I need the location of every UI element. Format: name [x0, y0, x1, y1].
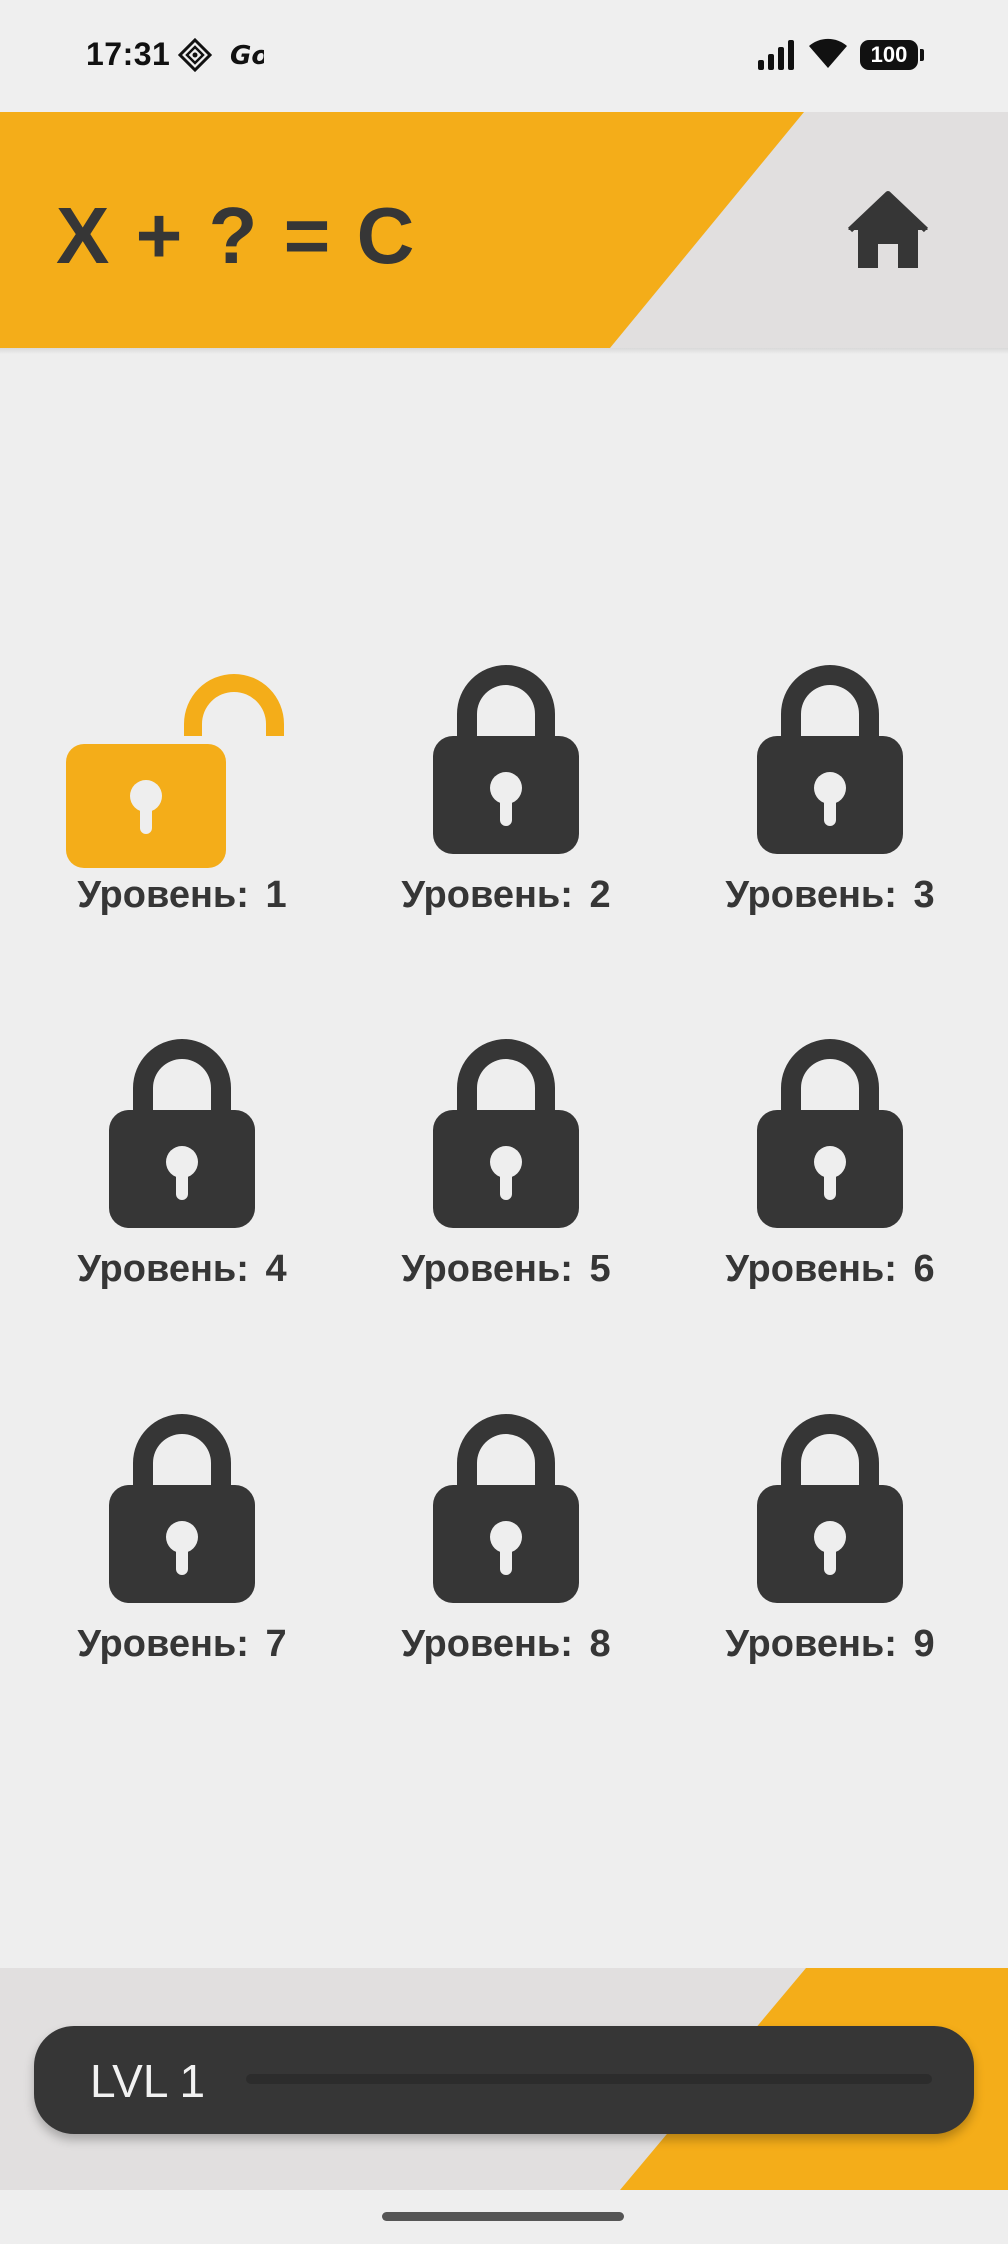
level-7-button[interactable]: Уровень: 7 [52, 1409, 312, 1709]
unlocked-padlock-icon [66, 674, 284, 868]
level-9-button[interactable]: Уровень: 9 [700, 1409, 960, 1709]
progress-track [246, 2074, 932, 2084]
current-level-label: LVL 1 [90, 2055, 206, 2107]
padlock-icon [757, 665, 903, 854]
padlock-icon [757, 1039, 903, 1228]
diamond-app-icon [178, 38, 212, 72]
signal-icon [758, 40, 794, 70]
level-7-label: Уровень: 7 [77, 1623, 287, 1665]
level-9-label: Уровень: 9 [725, 1623, 935, 1665]
padlock-icon [433, 1039, 579, 1228]
level-2-button[interactable]: Уровень: 2 [376, 660, 636, 960]
app-title: X + ? = C [56, 191, 417, 280]
padlock-icon [109, 1414, 255, 1603]
level-5-button[interactable]: Уровень: 5 [376, 1034, 636, 1334]
level-3-button[interactable]: Уровень: 3 [700, 660, 960, 960]
padlock-icon [109, 1039, 255, 1228]
battery-icon: 100 [860, 40, 918, 70]
level-1-button[interactable]: Уровень: 1 [52, 660, 312, 960]
header-shadow [0, 348, 1008, 354]
level-2-label: Уровень: 2 [401, 874, 611, 916]
padlock-icon [433, 665, 579, 854]
level-6-button[interactable]: Уровень: 6 [700, 1034, 960, 1334]
status-bar: 17:31 Go 100 [0, 0, 1008, 112]
status-time: 17:31 [86, 36, 171, 72]
level-5-label: Уровень: 5 [401, 1248, 611, 1290]
svg-text:Go: Go [230, 41, 264, 70]
level-1-label: Уровень: 1 [77, 874, 287, 916]
go-app-icon: Go [230, 41, 264, 70]
level-8-button[interactable]: Уровень: 8 [376, 1409, 636, 1709]
gesture-home-indicator[interactable] [382, 2212, 624, 2221]
battery-tip [920, 49, 924, 61]
level-6-label: Уровень: 6 [725, 1248, 935, 1290]
padlock-icon [757, 1414, 903, 1603]
level-4-label: Уровень: 4 [77, 1248, 287, 1290]
home-icon[interactable] [846, 190, 930, 270]
level-progress-bar: LVL 1 [34, 2026, 974, 2134]
padlock-icon [433, 1414, 579, 1603]
level-4-button[interactable]: Уровень: 4 [52, 1034, 312, 1334]
level-8-label: Уровень: 8 [401, 1623, 611, 1665]
wifi-icon [809, 38, 847, 68]
level-3-label: Уровень: 3 [725, 874, 935, 916]
